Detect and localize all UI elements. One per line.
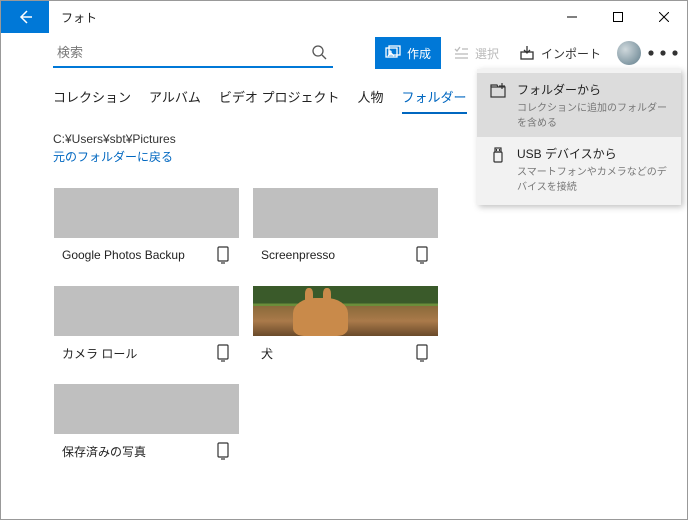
import-icon [519,45,535,61]
search-box [53,38,333,68]
search-input[interactable] [53,38,333,66]
user-avatar[interactable] [617,41,641,65]
folder-name: Google Photos Backup [62,248,185,262]
usb-icon [489,146,507,164]
menu-item-sub: コレクションに追加のフォルダーを含める [517,99,669,129]
search-icon [311,44,327,60]
folder-name: 犬 [261,345,273,362]
back-button[interactable] [1,1,49,33]
tab-video-project[interactable]: ビデオ プロジェクト [219,87,340,114]
device-folder-icon [414,344,430,362]
more-button[interactable] [647,37,679,69]
import-label: インポート [541,45,601,62]
folder-add-icon [489,82,507,100]
tab-collection[interactable]: コレクション [53,87,131,114]
window-title: フォト [49,1,109,33]
import-button[interactable]: インポート [511,37,609,69]
folder-card[interactable]: 保存済みの写真 [53,383,240,469]
close-button[interactable] [641,1,687,33]
device-folder-icon [215,442,231,460]
menu-item-title: USB デバイスから [517,145,669,162]
create-button[interactable]: 作成 [375,37,441,69]
device-folder-icon [215,344,231,362]
folder-grid: Google Photos Backup Screenpresso カメラ ロー… [53,187,635,469]
device-folder-icon [414,246,430,264]
minimize-button[interactable] [549,1,595,33]
menu-item-sub: スマートフォンやカメラなどのデバイスを接続 [517,163,669,193]
folder-name: カメラ ロール [62,345,137,362]
import-from-folder[interactable]: フォルダーから コレクションに追加のフォルダーを含める [477,73,681,137]
tab-people[interactable]: 人物 [358,87,384,114]
folder-thumbnail [54,286,239,336]
folder-thumbnail [54,188,239,238]
tab-folder[interactable]: フォルダー [402,87,467,114]
menu-item-title: フォルダーから [517,81,669,98]
toolbar: 作成 選択 インポート [1,33,687,73]
folder-name: Screenpresso [261,248,335,262]
folder-card[interactable]: 犬 [252,285,439,371]
back-to-parent-link[interactable]: 元のフォルダーに戻る [53,148,173,165]
tab-album[interactable]: アルバム [149,87,201,114]
folder-card[interactable]: Screenpresso [252,187,439,273]
create-label: 作成 [407,45,431,62]
select-icon [453,45,469,61]
more-icon [647,49,679,57]
create-icon [385,45,401,61]
maximize-button[interactable] [595,1,641,33]
folder-thumbnail [54,384,239,434]
import-menu: フォルダーから コレクションに追加のフォルダーを含める USB デバイスから ス… [477,69,681,205]
window-controls [549,1,687,33]
select-button: 選択 [445,37,507,69]
folder-name: 保存済みの写真 [62,443,146,460]
folder-card[interactable]: Google Photos Backup [53,187,240,273]
folder-card[interactable]: カメラ ロール [53,285,240,371]
import-from-usb[interactable]: USB デバイスから スマートフォンやカメラなどのデバイスを接続 [477,137,681,201]
arrow-left-icon [17,9,33,25]
folder-thumbnail [253,188,438,238]
device-folder-icon [215,246,231,264]
title-bar: フォト [1,1,687,33]
select-label: 選択 [475,45,499,62]
folder-thumbnail [253,286,438,336]
